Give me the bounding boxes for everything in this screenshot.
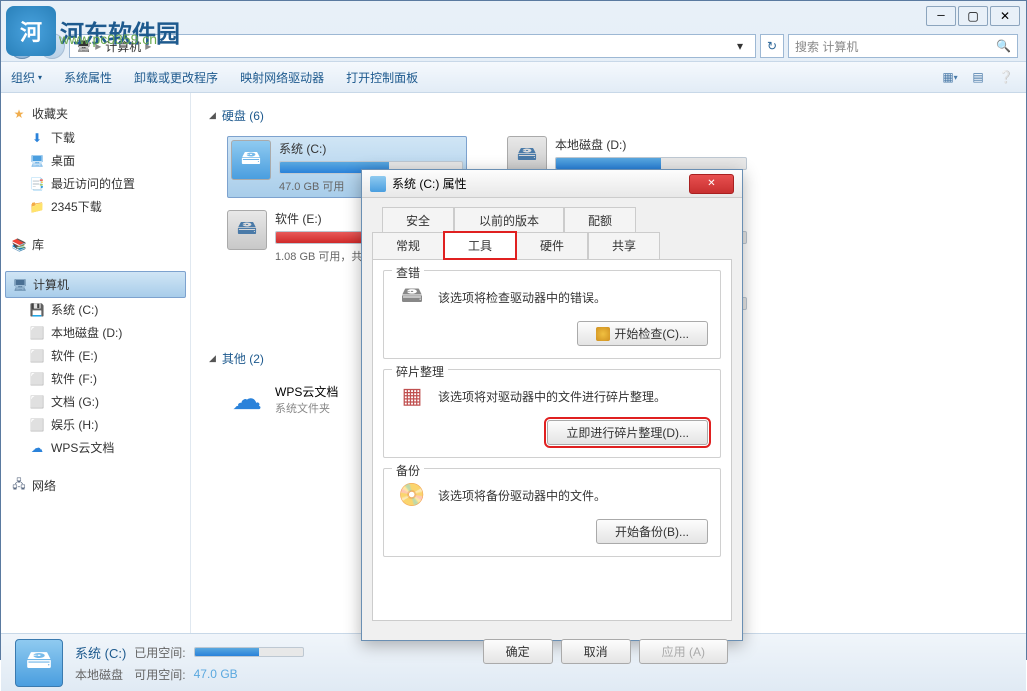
collapse-icon: ◢: [209, 353, 216, 364]
status-used-label: 已用空间:: [134, 644, 185, 661]
backup-now-button[interactable]: 开始备份(B)...: [596, 519, 708, 544]
sidebar-wps-cloud[interactable]: ☁WPS云文档: [5, 436, 186, 459]
collapse-icon: ◢: [209, 110, 216, 121]
check-group: 查错 🖴 该选项将检查驱动器中的错误。 开始检查(C)...: [383, 270, 721, 359]
cancel-button[interactable]: 取消: [561, 639, 631, 664]
check-text: 该选项将检查驱动器中的错误。: [438, 289, 708, 306]
watermark-url: www.pc0359.cn: [59, 31, 157, 47]
drive-icon: 🖴: [231, 140, 271, 180]
sidebar-drive-f[interactable]: ⬜软件 (F:): [5, 367, 186, 390]
download-icon: ⬇: [29, 130, 45, 146]
tab-tools[interactable]: 工具: [444, 232, 516, 259]
uninstall-button[interactable]: 卸载或更改程序: [134, 69, 218, 86]
cloud-icon: ☁: [29, 440, 45, 456]
recent-icon: 📑: [29, 176, 45, 192]
sidebar-drive-h[interactable]: ⬜娱乐 (H:): [5, 413, 186, 436]
dialog-title-text: 系统 (C:) 属性: [392, 175, 467, 192]
sidebar-item-desktop[interactable]: 🖥桌面: [5, 149, 186, 172]
organize-menu[interactable]: 组织▾: [11, 69, 42, 86]
check-now-button[interactable]: 开始检查(C)...: [577, 321, 708, 346]
drive-icon: ⬜: [29, 394, 45, 410]
dialog-title-icon: [370, 176, 386, 192]
desktop-icon: 🖥: [29, 153, 45, 169]
defrag-text: 该选项将对驱动器中的文件进行碎片整理。: [438, 388, 708, 405]
defrag-now-button[interactable]: 立即进行碎片整理(D)...: [547, 420, 708, 445]
properties-dialog: 系统 (C:) 属性 ✕ 安全 以前的版本 配额 常规 工具 硬件 共享 查错 …: [361, 169, 743, 641]
search-input[interactable]: 搜索 计算机 🔍: [788, 34, 1018, 58]
sidebar-item-recent[interactable]: 📑最近访问的位置: [5, 172, 186, 195]
hdd-section-header[interactable]: ◢ 硬盘 (6): [209, 103, 1008, 128]
status-usage-bar: [194, 647, 304, 657]
network-header[interactable]: 🖧 网络: [5, 473, 186, 498]
shield-icon: [596, 327, 610, 341]
dialog-titlebar[interactable]: 系统 (C:) 属性 ✕: [362, 170, 742, 198]
sidebar-drive-c[interactable]: 💾系统 (C:): [5, 298, 186, 321]
network-icon: 🖧: [11, 478, 27, 494]
backup-icon: 📀: [396, 479, 428, 511]
maximize-button[interactable]: ▢: [958, 6, 988, 26]
refresh-button[interactable]: ↻: [760, 34, 784, 58]
search-placeholder: 搜索 计算机: [795, 38, 858, 55]
sidebar-drive-g[interactable]: ⬜文档 (G:): [5, 390, 186, 413]
other-sublabel: 系统文件夹: [275, 400, 338, 416]
map-drive-button[interactable]: 映射网络驱动器: [240, 69, 324, 86]
sidebar-drive-e[interactable]: ⬜软件 (E:): [5, 344, 186, 367]
drive-icon: ⬜: [29, 417, 45, 433]
check-legend: 查错: [392, 264, 424, 281]
status-name: 系统 (C:): [75, 643, 126, 662]
library-icon: 📚: [11, 237, 27, 253]
drive-label: 系统 (C:): [279, 140, 463, 157]
status-avail-label: 可用空间:: [134, 666, 185, 683]
computer-icon: 🖥: [12, 277, 28, 293]
tab-quota[interactable]: 配额: [564, 207, 636, 233]
watermark-logo: 河: [6, 6, 56, 56]
minimize-button[interactable]: ─: [926, 6, 956, 26]
system-properties-button[interactable]: 系统属性: [64, 69, 112, 86]
backup-legend: 备份: [392, 462, 424, 479]
drive-icon: ⬜: [29, 325, 45, 341]
view-icon[interactable]: ▦▾: [940, 67, 960, 87]
defrag-legend: 碎片整理: [392, 363, 448, 380]
tab-general[interactable]: 常规: [372, 232, 444, 259]
apply-button[interactable]: 应用 (A): [639, 639, 728, 664]
tab-previous-versions[interactable]: 以前的版本: [454, 207, 564, 233]
drive-icon: ⬜: [29, 371, 45, 387]
help-icon[interactable]: ❔: [996, 67, 1016, 87]
cloud-icon: ☁: [227, 379, 267, 419]
defrag-icon: ▦: [396, 380, 428, 412]
star-icon: ★: [11, 106, 27, 122]
library-header[interactable]: 📚 库: [5, 232, 186, 257]
backup-text: 该选项将备份驱动器中的文件。: [438, 487, 708, 504]
check-disk-icon: 🖴: [396, 281, 428, 313]
drive-icon: 🖴: [227, 210, 267, 250]
close-button[interactable]: ✕: [990, 6, 1020, 26]
breadcrumb-dropdown[interactable]: ▾: [731, 35, 749, 57]
drive-icon: ⬜: [29, 348, 45, 364]
computer-header[interactable]: 🖥 计算机: [5, 271, 186, 298]
status-type: 本地磁盘: [75, 666, 126, 683]
ok-button[interactable]: 确定: [483, 639, 553, 664]
other-label: WPS云文档: [275, 383, 338, 400]
status-drive-icon: 🖴: [15, 639, 63, 687]
sidebar-item-2345[interactable]: 📁2345下载: [5, 195, 186, 218]
dialog-close-button[interactable]: ✕: [689, 174, 734, 194]
backup-group: 备份 📀 该选项将备份驱动器中的文件。 开始备份(B)...: [383, 468, 721, 557]
folder-icon: 📁: [29, 199, 45, 215]
tab-security[interactable]: 安全: [382, 207, 454, 233]
tab-sharing[interactable]: 共享: [588, 232, 660, 259]
status-avail-value: 47.0 GB: [194, 667, 304, 681]
defrag-group: 碎片整理 ▦ 该选项将对驱动器中的文件进行碎片整理。 立即进行碎片整理(D)..…: [383, 369, 721, 458]
sidebar-item-downloads[interactable]: ⬇下载: [5, 126, 186, 149]
preview-pane-icon[interactable]: ▤: [968, 67, 988, 87]
drive-label: 本地磁盘 (D:): [555, 136, 747, 153]
control-panel-button[interactable]: 打开控制面板: [346, 69, 418, 86]
search-icon[interactable]: 🔍: [996, 39, 1011, 53]
favorites-header[interactable]: ★ 收藏夹: [5, 101, 186, 126]
other-item-wps[interactable]: ☁ WPS云文档 系统文件夹: [227, 379, 338, 419]
toolbar: 组织▾ 系统属性 卸载或更改程序 映射网络驱动器 打开控制面板 ▦▾ ▤ ❔: [1, 61, 1026, 93]
sidebar-drive-d[interactable]: ⬜本地磁盘 (D:): [5, 321, 186, 344]
drive-icon: 💾: [29, 302, 45, 318]
tab-hardware[interactable]: 硬件: [516, 232, 588, 259]
navigation-sidebar: ★ 收藏夹 ⬇下载 🖥桌面 📑最近访问的位置 📁2345下载 📚 库 🖥 计算机…: [1, 93, 191, 633]
